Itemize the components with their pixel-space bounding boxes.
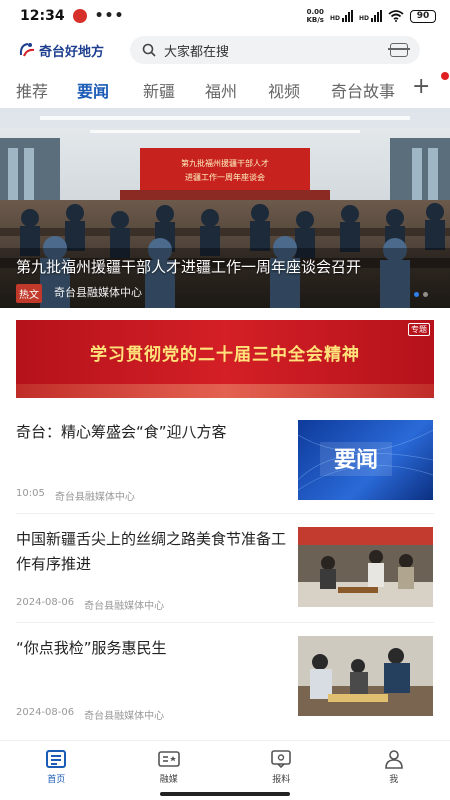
news-title: 中国新疆舌尖上的丝绸之路美食节准备工作有序推进 — [16, 530, 287, 573]
news-source: 奇台县融媒体中心 — [54, 492, 135, 503]
news-meta: 2024-08-06 奇台县融媒体中心 — [16, 597, 164, 612]
banner-source: 奇台县融媒体中心 — [54, 286, 142, 299]
signal-icon-2: HD — [359, 10, 382, 22]
headline-banner[interactable]: 第九批福州援疆干部人才 进疆工作一周年座谈会 第九批福州援疆干部人才进疆工作一周… — [0, 108, 450, 308]
news-source: 奇台县融媒体中心 — [84, 711, 165, 722]
more-notifications-icon: ••• — [94, 8, 125, 24]
tab-fuzhou[interactable]: 福州 — [205, 78, 237, 102]
hot-tag: 热文 — [16, 284, 42, 303]
tab-qitai-stories[interactable]: 奇台故事 — [331, 78, 395, 102]
status-bar: 12:34 ••• 0.00 KB/s HD HD 90 — [0, 0, 450, 32]
status-time: 12:34 — [20, 8, 65, 24]
news-item[interactable]: “你点我检”服务惠民生 2024-08-06 奇台县融媒体中心 — [16, 636, 434, 732]
app-header: 奇台好地方 大家都在搜 — [0, 34, 450, 66]
tab-xinjiang[interactable]: 新疆 — [143, 78, 175, 102]
carousel-indicator — [414, 292, 428, 297]
svg-text:要闻: 要闻 — [334, 448, 378, 473]
news-date: 2024-08-06 — [16, 597, 75, 608]
nav-report[interactable]: 报料 — [225, 741, 338, 790]
news-thumbnail — [298, 636, 433, 716]
add-channel-icon[interactable]: + — [412, 74, 430, 99]
topic-banner[interactable]: 学习贯彻党的二十届三中全会精神 专题 — [16, 320, 434, 398]
banner-caption: 第九批福州援疆干部人才进疆工作一周年座谈会召开 — [16, 258, 362, 276]
user-icon — [384, 750, 403, 769]
news-date: 2024-08-06 — [16, 707, 75, 718]
network-speed: 0.00 KB/s — [306, 8, 324, 24]
scan-icon[interactable] — [388, 43, 411, 57]
banner-screen-line1: 第九批福州援疆干部人才 — [181, 158, 269, 168]
nav-label: 融媒 — [159, 775, 178, 785]
app-notification-icon — [72, 9, 87, 23]
signal-icon: HD — [330, 10, 353, 22]
news-date: 10:05 — [16, 488, 45, 499]
search-placeholder: 大家都在搜 — [164, 44, 230, 60]
topic-decoration — [16, 384, 434, 398]
app-name: 奇台好地方 — [39, 44, 105, 60]
battery-indicator: 90 — [410, 9, 436, 23]
nav-home[interactable]: 首页 — [0, 741, 113, 790]
banner-photo: 第九批福州援疆干部人才 进疆工作一周年座谈会 — [0, 108, 450, 308]
bottom-navigation: 首页 融媒 报料 我 — [0, 740, 450, 790]
nav-label: 我 — [389, 775, 399, 785]
news-source: 奇台县融媒体中心 — [84, 601, 165, 612]
wifi-icon — [388, 10, 404, 22]
report-icon — [271, 750, 292, 769]
nav-label: 首页 — [47, 775, 66, 785]
home-indicator[interactable] — [160, 792, 290, 796]
banner-screen-line2: 进疆工作一周年座谈会 — [185, 172, 265, 182]
news-title: “你点我检”服务惠民生 — [16, 639, 167, 657]
tab-video[interactable]: 视频 — [268, 78, 300, 102]
news-thumbnail: 要闻 — [298, 420, 433, 500]
news-title: 奇台：精心筹盛会“食”迎八方客 — [16, 423, 227, 441]
search-bar[interactable]: 大家都在搜 — [130, 36, 421, 64]
home-icon — [46, 750, 67, 768]
news-meta: 2024-08-06 奇台县融媒体中心 — [16, 707, 164, 722]
headlines-graphic: 要闻 — [298, 429, 433, 491]
news-item[interactable]: 中国新疆舌尖上的丝绸之路美食节准备工作有序推进 2024-08-06 奇台县融媒… — [16, 527, 434, 623]
tab-recommend[interactable]: 推荐 — [16, 78, 48, 102]
logo-icon — [19, 43, 35, 57]
nav-label: 报料 — [272, 775, 291, 785]
channel-tabs: 推荐 要闻 新疆 福州 视频 奇台故事 + — [0, 72, 450, 104]
news-thumbnail — [298, 527, 433, 607]
nav-media[interactable]: 融媒 — [113, 741, 226, 790]
tab-headlines[interactable]: 要闻 — [77, 78, 109, 102]
news-meta: 10:05 奇台县融媒体中心 — [16, 488, 135, 503]
app-logo[interactable]: 奇台好地方 — [18, 41, 104, 60]
topic-badge: 专题 — [408, 323, 430, 336]
news-item[interactable]: 奇台：精心筹盛会“食”迎八方客 10:05 奇台县融媒体中心 要闻 — [16, 420, 434, 514]
search-icon — [142, 43, 156, 57]
topic-title: 学习贯彻党的二十届三中全会精神 — [90, 345, 360, 365]
media-icon — [157, 751, 180, 767]
notification-dot — [441, 72, 449, 80]
nav-me[interactable]: 我 — [338, 741, 450, 790]
